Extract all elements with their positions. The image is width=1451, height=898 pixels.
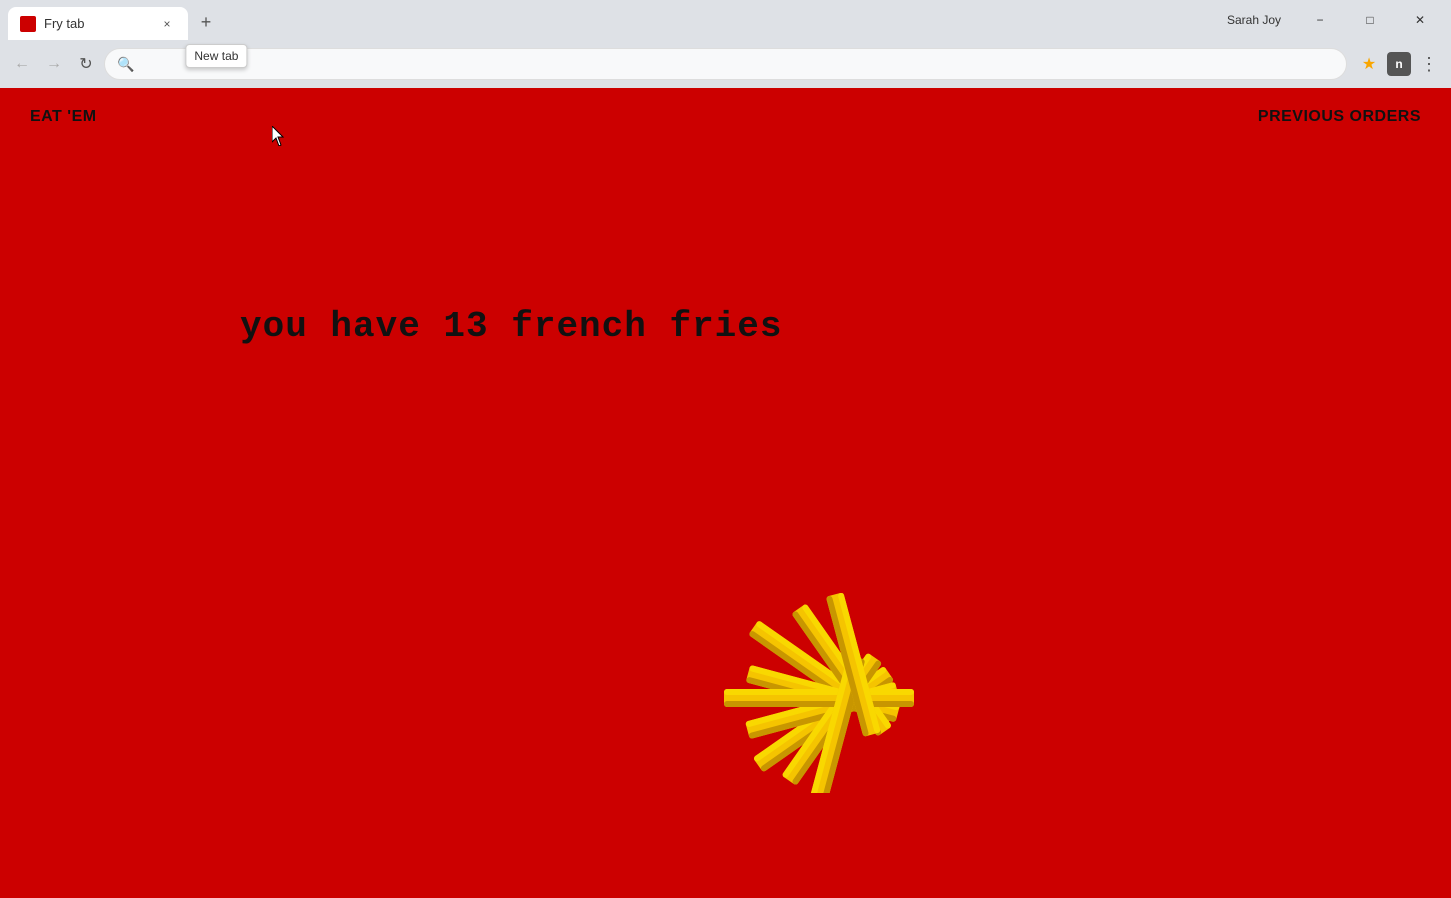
notifications-icon: n (1387, 52, 1411, 76)
address-bar[interactable]: 🔍 (104, 48, 1347, 80)
active-tab[interactable]: Fry tab × (8, 7, 188, 40)
title-bar: Fry tab × + New tab Sarah Joy − □ ✕ (0, 0, 1451, 40)
search-input[interactable] (142, 56, 1334, 72)
page-nav: EAT 'EM PREVIOUS ORDERS (0, 88, 1451, 146)
toolbar-icons: ★ n ⋮ (1355, 50, 1443, 78)
eat-em-link[interactable]: EAT 'EM (30, 108, 97, 126)
bookmark-star-button[interactable]: ★ (1355, 50, 1383, 78)
tab-favicon (20, 16, 36, 32)
search-icon: 🔍 (117, 56, 134, 73)
notifications-button[interactable]: n (1385, 50, 1413, 78)
user-name: Sarah Joy (1227, 13, 1281, 27)
maximize-button[interactable]: □ (1347, 4, 1393, 36)
fries-svg (694, 593, 1014, 793)
previous-orders-link[interactable]: PREVIOUS ORDERS (1258, 108, 1421, 126)
fries-count-text: you have 13 french fries (240, 306, 782, 347)
title-bar-right: Sarah Joy − □ ✕ (1227, 4, 1443, 36)
chrome-frame: Fry tab × + New tab Sarah Joy − □ ✕ ← → … (0, 0, 1451, 88)
nav-bar: ← → ↻ 🔍 ★ n ⋮ (0, 40, 1451, 88)
forward-button[interactable]: → (40, 50, 68, 78)
fries-illustration (694, 593, 1014, 798)
tab-label: Fry tab (44, 16, 150, 31)
close-button[interactable]: ✕ (1397, 4, 1443, 36)
window-controls: − □ ✕ (1297, 4, 1443, 36)
webpage: EAT 'EM PREVIOUS ORDERS you have 13 fren… (0, 88, 1451, 898)
tab-strip: Fry tab × + New tab (8, 0, 220, 40)
tab-close-button[interactable]: × (158, 15, 176, 33)
new-tab-button[interactable]: + (192, 8, 220, 36)
minimize-button[interactable]: − (1297, 4, 1343, 36)
reload-button[interactable]: ↻ (72, 50, 100, 78)
more-menu-button[interactable]: ⋮ (1415, 50, 1443, 78)
back-button[interactable]: ← (8, 50, 36, 78)
